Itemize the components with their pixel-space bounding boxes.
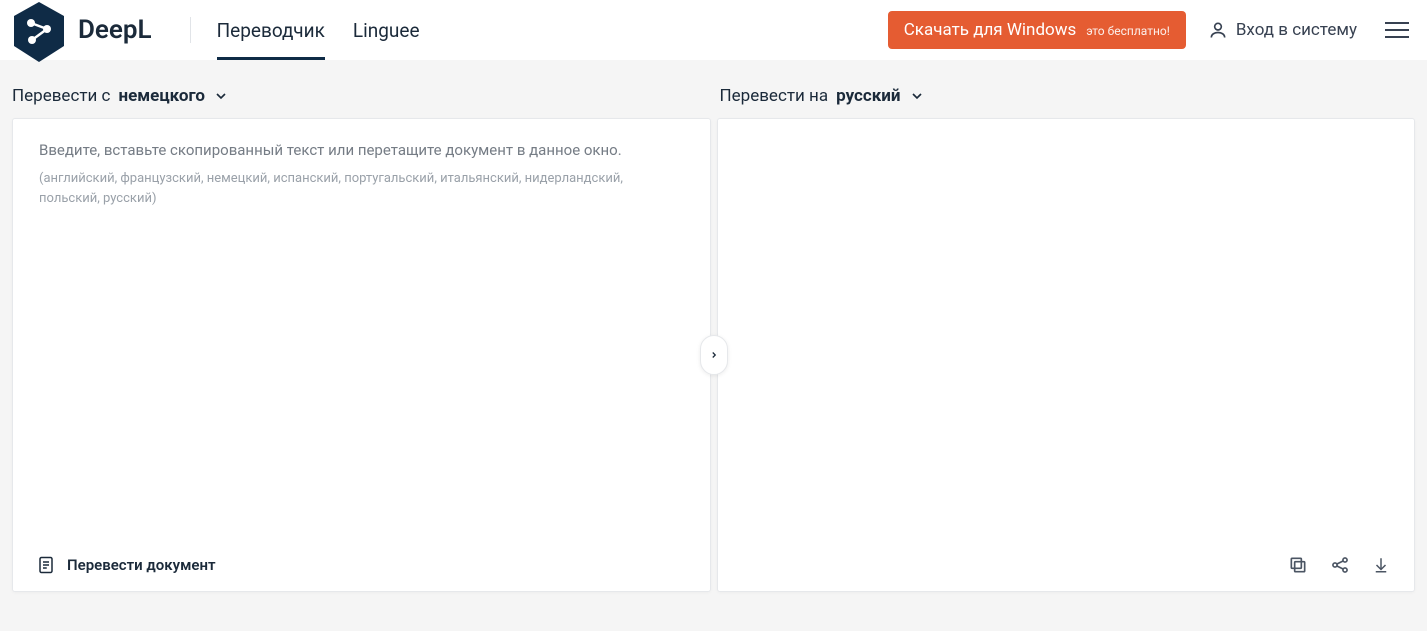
logo[interactable]: DeepL [12, 0, 152, 64]
download-badge: это бесплатно! [1086, 24, 1170, 38]
login-label: Вход в систему [1236, 20, 1357, 40]
user-icon [1208, 20, 1228, 40]
source-placeholder: Введите, вставьте скопированный текст ил… [39, 141, 684, 159]
menu-button[interactable] [1379, 16, 1415, 44]
header: DeepL Переводчик Linguee Скачать для Win… [0, 0, 1427, 60]
download-label: Скачать для Windows [904, 20, 1077, 40]
chevron-down-icon [909, 88, 925, 104]
nav-linguee[interactable]: Linguee [353, 0, 420, 60]
copy-button[interactable] [1288, 555, 1308, 575]
swap-languages-button[interactable] [700, 335, 728, 375]
logo-icon [12, 0, 66, 64]
source-panel[interactable]: Введите, вставьте скопированный текст ил… [12, 118, 711, 592]
chevron-down-icon [213, 88, 229, 104]
nav-translator[interactable]: Переводчик [217, 0, 325, 60]
translation-panels: Введите, вставьте скопированный текст ил… [12, 118, 1415, 592]
share-button[interactable] [1330, 555, 1350, 575]
target-prefix: Перевести на [720, 86, 829, 106]
translate-document-button[interactable]: Перевести документ [37, 555, 216, 575]
document-icon [37, 555, 55, 575]
target-language: русский [836, 86, 900, 106]
source-prefix: Перевести с [12, 86, 110, 106]
source-language-select[interactable]: Перевести с немецкого [12, 86, 229, 118]
login-link[interactable]: Вход в систему [1208, 20, 1357, 40]
download-button[interactable]: Скачать для Windows это бесплатно! [888, 11, 1186, 49]
source-langs-hint: (английский, французский, немецкий, испа… [39, 169, 639, 208]
target-panel [717, 118, 1416, 592]
target-language-select[interactable]: Перевести на русский [720, 86, 925, 118]
source-textarea[interactable]: Введите, вставьте скопированный текст ил… [13, 119, 710, 230]
download-translation-button[interactable] [1372, 555, 1390, 575]
divider [190, 17, 191, 43]
brand-name: DeepL [78, 15, 152, 45]
translate-document-label: Перевести документ [67, 556, 216, 574]
nav: Переводчик Linguee [217, 0, 420, 60]
source-language: немецкого [118, 86, 205, 106]
main: Перевести с немецкого Перевести на русск… [0, 60, 1427, 592]
